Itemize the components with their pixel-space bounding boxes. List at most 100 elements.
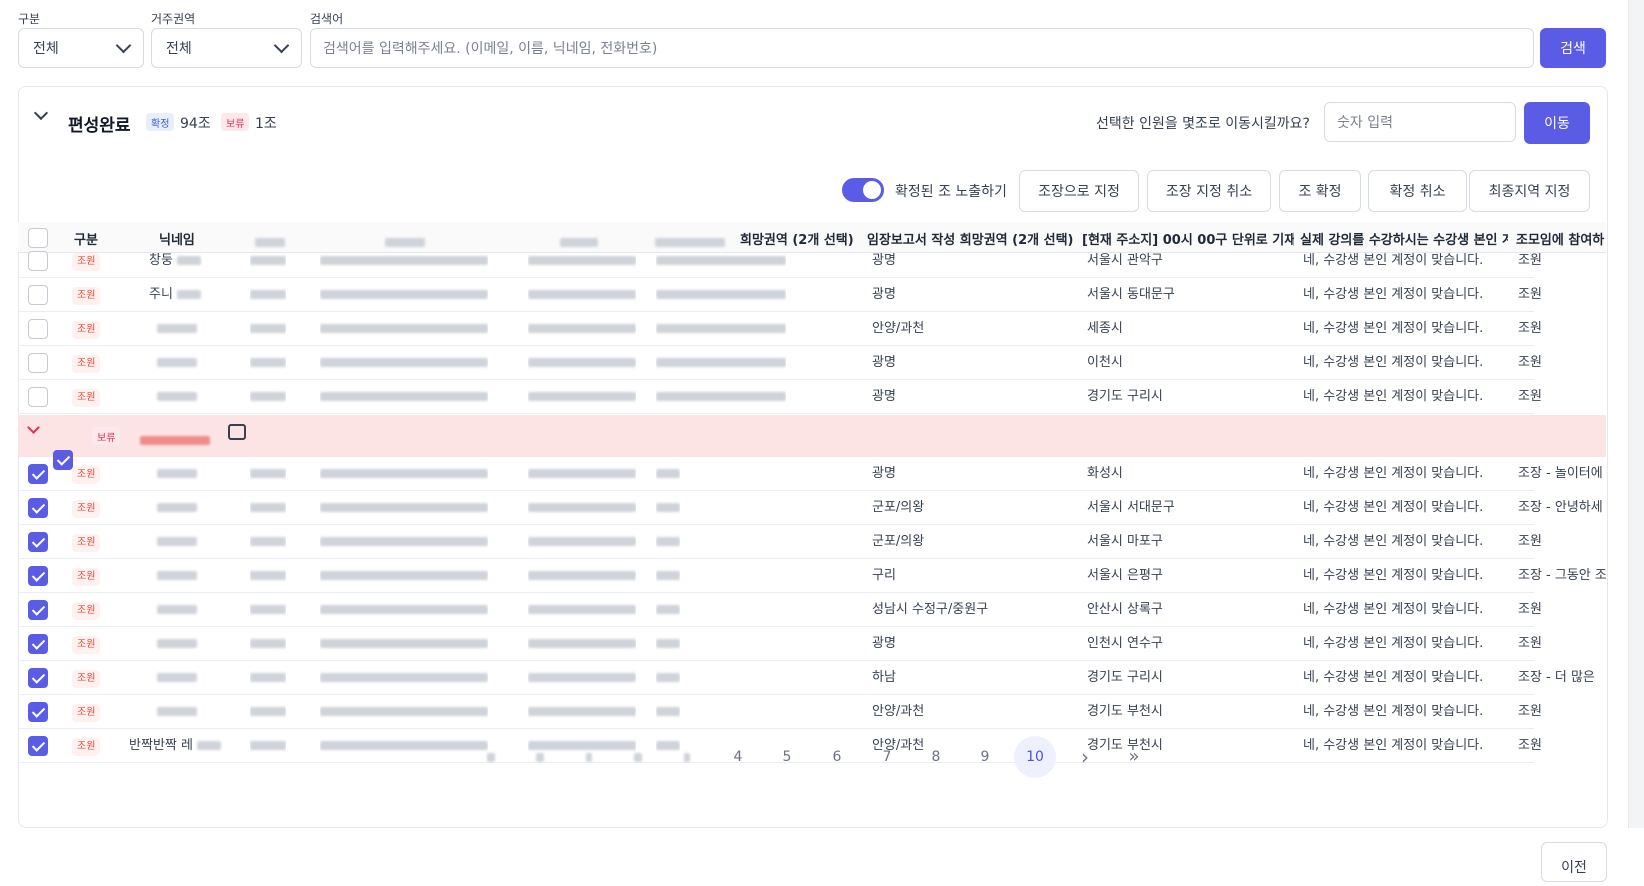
name-cell bbox=[250, 313, 286, 345]
account-cell: 네, 수강생 본인 계정이 맞습니다. bbox=[1303, 287, 1484, 302]
row-checkbox[interactable] bbox=[28, 285, 48, 305]
address-cell: 이천시 bbox=[1087, 355, 1123, 370]
role-badge: 조원 bbox=[72, 355, 101, 373]
row-checkbox[interactable] bbox=[28, 566, 48, 586]
row-checkbox[interactable] bbox=[28, 532, 48, 552]
search-input[interactable]: 검색어를 입력해주세요. (이메일, 이름, 닉네임, 전화번호) bbox=[310, 28, 1534, 68]
account-cell: 네, 수강생 본인 계정이 맞습니다. bbox=[1303, 568, 1484, 583]
prev-region-cell bbox=[656, 458, 680, 490]
account-cell: 네, 수강생 본인 계정이 맞습니다. bbox=[1303, 602, 1484, 617]
table-row[interactable]: 조원 안양/과천 경기도 부천시 네, 수강생 본인 계정이 맞습니다. 조원 bbox=[18, 696, 1542, 729]
phone-cell bbox=[528, 279, 636, 311]
hold-count: 1조 bbox=[255, 116, 277, 132]
name-cell bbox=[250, 730, 286, 762]
prev-region-cell bbox=[656, 381, 786, 413]
pagination-page-5[interactable]: 5 bbox=[766, 736, 808, 778]
nickname-cell: 주니 bbox=[120, 279, 230, 311]
group-collapse-toggle[interactable] bbox=[27, 421, 40, 434]
name-cell bbox=[250, 594, 286, 626]
pagination-last[interactable]: » bbox=[1113, 736, 1155, 778]
table-row[interactable]: 조원 광명 인천시 연수구 네, 수강생 본인 계정이 맞습니다. 조원 bbox=[18, 628, 1542, 661]
row-checkbox[interactable] bbox=[28, 464, 48, 484]
row-checkbox[interactable] bbox=[28, 634, 48, 654]
nickname-cell bbox=[120, 492, 230, 524]
phone-cell bbox=[528, 526, 636, 558]
join-cell: 조장 - 안녕하세 bbox=[1518, 500, 1603, 515]
row-checkbox[interactable] bbox=[28, 498, 48, 518]
category-select[interactable]: 전체 bbox=[18, 28, 144, 68]
pagination-next[interactable]: › bbox=[1064, 736, 1106, 778]
prev-step-button[interactable]: 이전 bbox=[1541, 842, 1607, 882]
confirmed-badge: 확정 bbox=[146, 113, 175, 131]
table-row[interactable]: 조원 광명 경기도 구리시 네, 수강생 본인 계정이 맞습니다. 조원 bbox=[18, 381, 1542, 414]
table-row[interactable]: 조원 하남 경기도 구리시 네, 수강생 본인 계정이 맞습니다. 조장 - 더 많은 bbox=[18, 662, 1595, 695]
name-cell bbox=[250, 696, 286, 728]
pagination-page-6[interactable]: 6 bbox=[816, 736, 858, 778]
edit-icon[interactable] bbox=[228, 424, 246, 440]
name-cell bbox=[250, 458, 286, 490]
pagination-page-9[interactable]: 9 bbox=[964, 736, 1006, 778]
group-number-input[interactable]: 숫자 입력 bbox=[1324, 102, 1516, 142]
email-cell bbox=[320, 381, 488, 413]
row-checkbox[interactable] bbox=[28, 319, 48, 339]
table-row[interactable]: 조원 구리 서울시 은평구 네, 수강생 본인 계정이 맞습니다. 조장 - 그동안 조 bbox=[18, 560, 1606, 593]
table-row[interactable]: 조원 군포/의왕 서울시 마포구 네, 수강생 본인 계정이 맞습니다. 조원 bbox=[18, 526, 1542, 559]
page-scrollbar[interactable] bbox=[1628, 0, 1644, 828]
nickname-text: 반짝반짝 레 bbox=[129, 738, 193, 753]
move-button[interactable]: 이동 bbox=[1524, 102, 1590, 144]
pagination-page-1[interactable] bbox=[568, 736, 610, 778]
table-row[interactable]: 조원 광명 이천시 네, 수강생 본인 계정이 맞습니다. 조원 bbox=[18, 347, 1542, 380]
table-row[interactable]: 조원 창둥 광명 서울시 관악구 네, 수강생 본인 계정이 맞습니다. 조원 bbox=[18, 245, 1542, 278]
region-select[interactable]: 전체 bbox=[151, 28, 302, 68]
phone-cell bbox=[528, 662, 636, 694]
row-checkbox[interactable] bbox=[28, 353, 48, 373]
table-row[interactable]: 조원 군포/의왕 서울시 서대문구 네, 수강생 본인 계정이 맞습니다. 조장 - 안… bbox=[18, 492, 1603, 525]
hold-group-row[interactable] bbox=[18, 415, 1606, 457]
cancel-confirm-button[interactable]: 확정 취소 bbox=[1368, 170, 1467, 212]
confirm-group-button[interactable]: 조 확정 bbox=[1279, 170, 1361, 212]
cancel-leader-button[interactable]: 조장 지정 취소 bbox=[1147, 170, 1271, 212]
table-row[interactable]: 조원 성남시 수정구/중원구 안산시 상록구 네, 수강생 본인 계정이 맞습니다. 조… bbox=[18, 594, 1542, 627]
account-cell: 네, 수강생 본인 계정이 맞습니다. bbox=[1303, 534, 1484, 549]
pagination-page-10[interactable]: 10 bbox=[1014, 736, 1056, 778]
join-cell: 조장 - 그동안 조 bbox=[1518, 568, 1606, 583]
row-checkbox[interactable] bbox=[28, 387, 48, 407]
pagination-page-3[interactable] bbox=[666, 736, 708, 778]
table-row[interactable]: 조원 광명 화성시 네, 수강생 본인 계정이 맞습니다. 조장 - 놀이터에 bbox=[18, 458, 1603, 491]
row-checkbox[interactable] bbox=[28, 668, 48, 688]
join-cell: 조원 bbox=[1518, 636, 1542, 651]
show-confirmed-label: 확정된 조 노출하기 bbox=[895, 184, 1007, 200]
row-checkbox[interactable] bbox=[28, 702, 48, 722]
role-badge: 조원 bbox=[72, 704, 101, 722]
confirmed-count: 94조 bbox=[180, 116, 211, 132]
pagination-page-8[interactable]: 8 bbox=[915, 736, 957, 778]
pagination-first[interactable] bbox=[470, 736, 512, 778]
pagination-prev[interactable] bbox=[519, 736, 561, 778]
role-badge: 조원 bbox=[72, 389, 101, 407]
collapse-toggle[interactable] bbox=[33, 105, 49, 121]
nickname-cell bbox=[120, 560, 230, 592]
name-cell bbox=[250, 279, 286, 311]
row-checkbox[interactable] bbox=[28, 251, 48, 271]
row-checkbox[interactable] bbox=[28, 736, 48, 756]
assign-leader-button[interactable]: 조장으로 지정 bbox=[1019, 170, 1139, 212]
role-badge: 조원 bbox=[72, 500, 101, 518]
set-final-region-button[interactable]: 최종지역 지정 bbox=[1469, 170, 1590, 212]
prev-region-cell bbox=[656, 347, 786, 379]
table-row[interactable]: 조원 주니 광명 서울시 동대문구 네, 수강생 본인 계정이 맞습니다. 조원 bbox=[18, 279, 1542, 312]
report-region-cell: 광명 bbox=[872, 287, 896, 302]
role-badge: 조원 bbox=[72, 738, 101, 756]
show-confirmed-toggle[interactable] bbox=[842, 178, 884, 202]
search-button[interactable]: 검색 bbox=[1540, 28, 1606, 68]
role-badge: 조원 bbox=[72, 636, 101, 654]
pagination-page-4[interactable]: 4 bbox=[717, 736, 759, 778]
pagination-page-7[interactable]: 7 bbox=[866, 736, 908, 778]
email-cell bbox=[320, 279, 488, 311]
name-cell bbox=[250, 628, 286, 660]
email-cell bbox=[320, 628, 488, 660]
account-cell: 네, 수강생 본인 계정이 맞습니다. bbox=[1303, 389, 1484, 404]
email-cell bbox=[320, 696, 488, 728]
table-row[interactable]: 조원 안양/과천 세종시 네, 수강생 본인 계정이 맞습니다. 조원 bbox=[18, 313, 1542, 346]
row-checkbox[interactable] bbox=[28, 600, 48, 620]
pagination-page-2[interactable] bbox=[617, 736, 659, 778]
